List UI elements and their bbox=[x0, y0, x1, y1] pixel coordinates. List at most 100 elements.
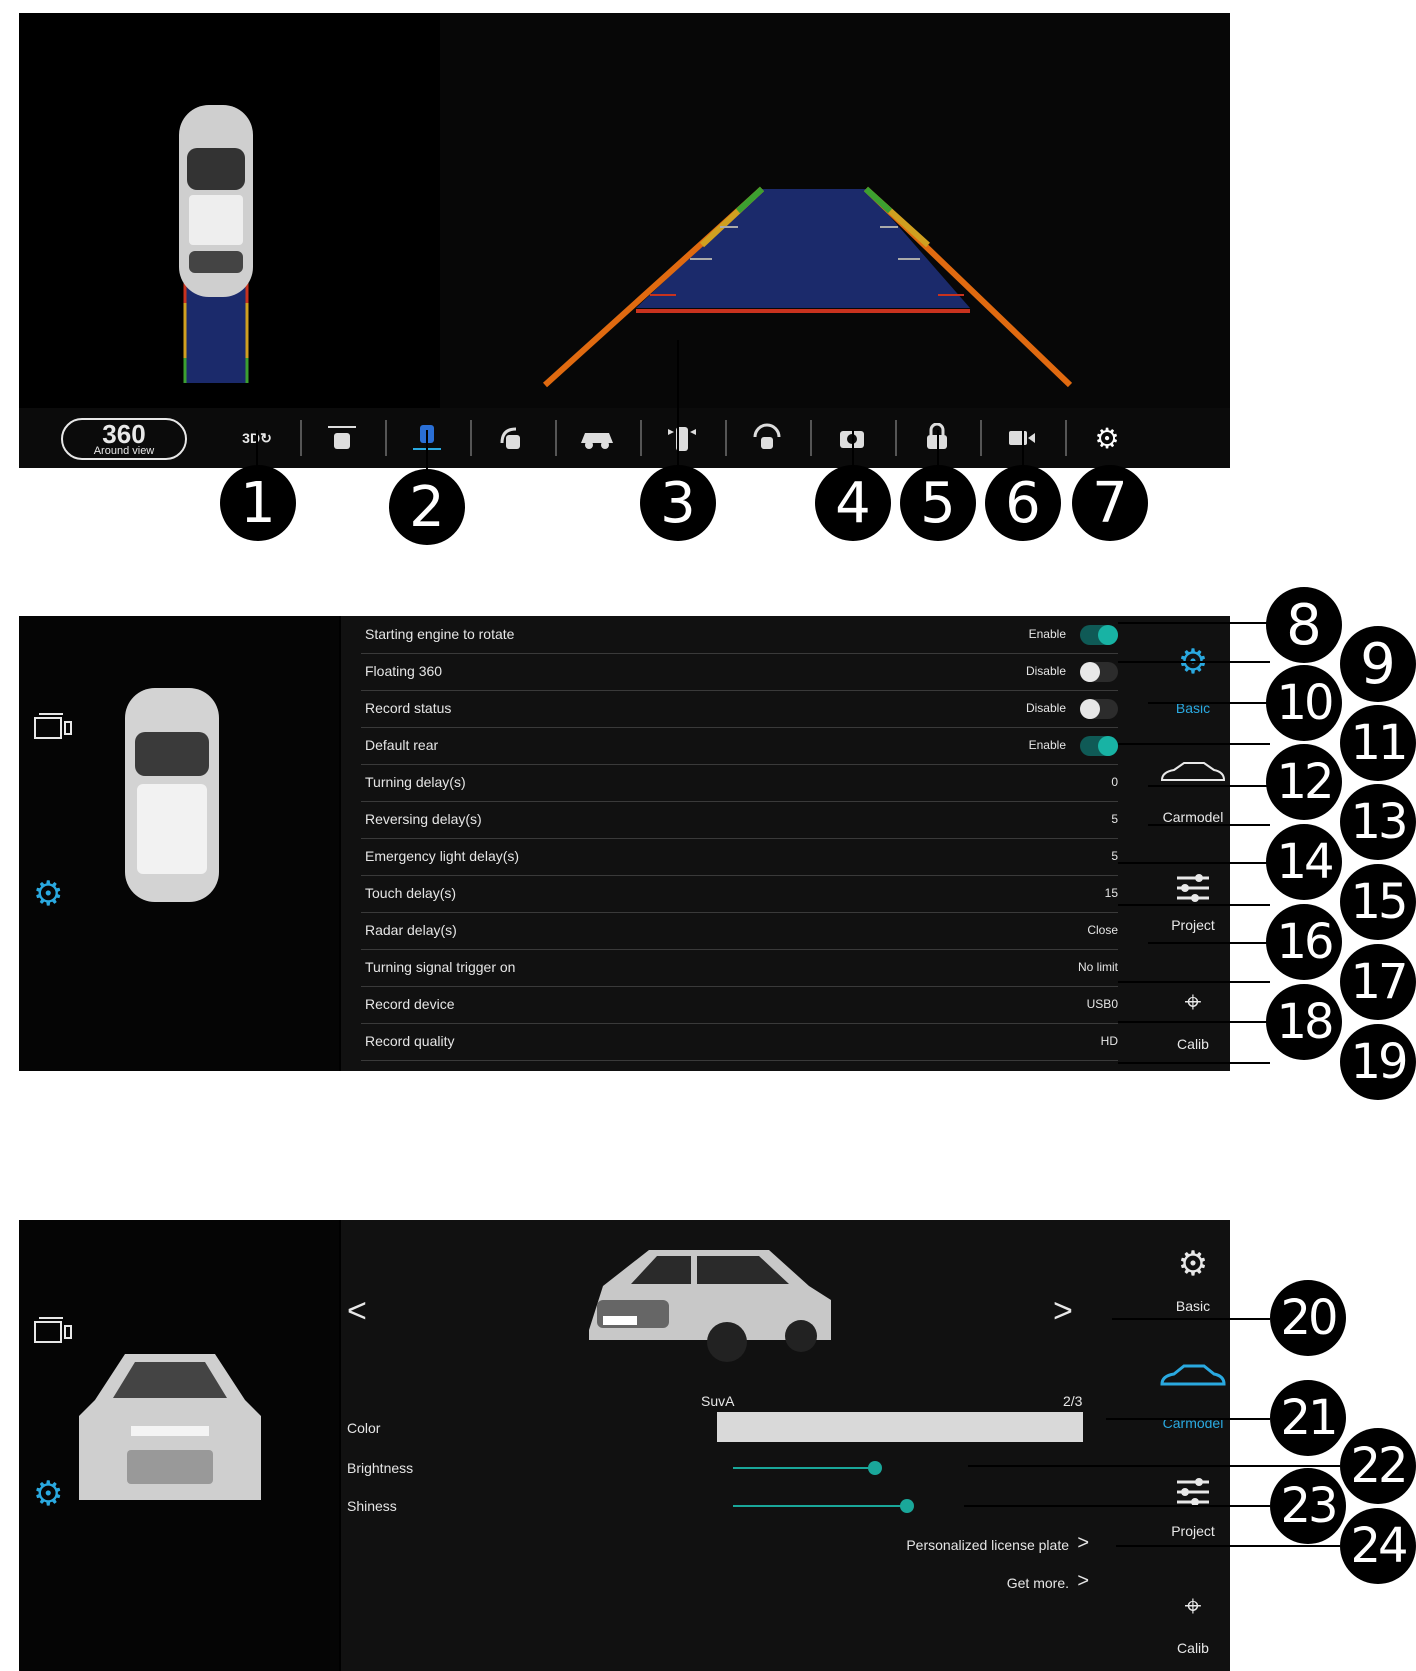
callout-12: 12 bbox=[1266, 744, 1342, 820]
setting-label: Emergency light delay(s) bbox=[365, 848, 520, 864]
callout-20: 20 bbox=[1270, 1280, 1346, 1356]
setting-row-record-quality[interactable]: Record quality HD bbox=[361, 1023, 1118, 1061]
around-view-button[interactable]: 360 Around view bbox=[61, 418, 187, 460]
side-menu-calib[interactable]: ⌖ Calib bbox=[1156, 1590, 1230, 1656]
side-menu-calib-label: Calib bbox=[1177, 1036, 1209, 1052]
side-menu-project[interactable]: Project bbox=[1156, 872, 1230, 933]
car-3d-preview bbox=[125, 688, 219, 902]
setting-label: Floating 360 bbox=[365, 663, 443, 679]
next-model-button[interactable]: > bbox=[1053, 1292, 1073, 1331]
setting-row-reversing-delay[interactable]: Reversing delay(s) 5 bbox=[361, 801, 1118, 839]
callout-19: 19 bbox=[1340, 1024, 1416, 1100]
setting-value: Enable bbox=[1028, 738, 1066, 752]
side-menu-project[interactable]: Project bbox=[1156, 1476, 1230, 1539]
side-menu-calib[interactable]: ⌖ Calib bbox=[1156, 986, 1230, 1052]
camera-switch-icon[interactable] bbox=[33, 712, 77, 742]
basic-settings-screen: ⚙ Starting engine to rotate Enable Float… bbox=[19, 616, 1230, 1071]
side-menu-project-label: Project bbox=[1171, 917, 1215, 933]
carmodel-settings-screen: ⚙ < > SuvA 2/3 Color Brightness Shiness … bbox=[19, 1220, 1230, 1671]
car-outline-icon bbox=[1160, 762, 1226, 781]
setting-row-record-device[interactable]: Record device USB0 bbox=[361, 986, 1118, 1024]
side-menu-basic[interactable]: ⚙ Basic bbox=[1156, 642, 1230, 716]
setting-label: Radar delay(s) bbox=[365, 922, 457, 938]
brightness-slider-fill bbox=[733, 1467, 875, 1469]
settings-side-menu: ⚙ Basic Carmodel Project ⌖ Calib bbox=[1156, 616, 1230, 1071]
setting-row-starting-engine-to-rotate[interactable]: Starting engine to rotate Enable bbox=[361, 616, 1118, 654]
side-menu-carmodel[interactable]: Carmodel bbox=[1156, 1360, 1230, 1431]
around-view-button-caption: Around view bbox=[93, 444, 155, 457]
setting-toggle[interactable] bbox=[1080, 699, 1118, 719]
setting-row-touch-delay[interactable]: Touch delay(s) 15 bbox=[361, 875, 1118, 913]
setting-label: Record device bbox=[365, 996, 455, 1012]
license-plate-label: Personalized license plate bbox=[906, 1537, 1069, 1553]
side-menu-carmodel[interactable]: Carmodel bbox=[1156, 758, 1230, 825]
setting-row-emergency-light-delay[interactable]: Emergency light delay(s) 5 bbox=[361, 838, 1118, 876]
setting-toggle[interactable] bbox=[1080, 736, 1118, 756]
setting-toggle[interactable] bbox=[1080, 625, 1118, 645]
get-more-label: Get more. bbox=[1006, 1575, 1069, 1591]
side-menu-basic[interactable]: ⚙ Basic bbox=[1156, 1244, 1230, 1314]
turn-view-button[interactable] bbox=[470, 408, 554, 468]
model-page-indicator: 2/3 bbox=[1063, 1393, 1083, 1409]
setting-row-default-rear[interactable]: Default rear Enable bbox=[361, 727, 1118, 765]
front-wide-view-button[interactable] bbox=[300, 408, 384, 468]
side-menu-carmodel-label: Carmodel bbox=[1162, 809, 1224, 825]
callout-4: 4 bbox=[815, 465, 891, 541]
setting-row-floating-360[interactable]: Floating 360 Disable bbox=[361, 653, 1118, 691]
chevron-right-icon: > bbox=[1077, 1532, 1089, 1554]
settings-button[interactable]: ⚙ bbox=[1065, 408, 1149, 468]
settings-preview-pane: ⚙ bbox=[19, 616, 339, 1071]
car-side-view-button[interactable] bbox=[555, 408, 639, 468]
setting-value: 5 bbox=[1111, 812, 1118, 826]
carmodel-preview-pane: ⚙ bbox=[19, 1220, 339, 1671]
setting-value: USB0 bbox=[1086, 997, 1118, 1011]
callout-24: 24 bbox=[1340, 1508, 1416, 1584]
callout-18: 18 bbox=[1266, 984, 1342, 1060]
license-plate-link[interactable]: Personalized license plate > bbox=[901, 1532, 1091, 1558]
brightness-label: Brightness bbox=[347, 1460, 414, 1476]
callout-23: 23 bbox=[1270, 1468, 1346, 1544]
view-toolbar: 360 Around view 3D↻ ⚙ bbox=[19, 408, 1230, 468]
side-menu-project-label: Project bbox=[1171, 1523, 1215, 1539]
mirror-view-button[interactable] bbox=[640, 408, 724, 468]
get-more-link[interactable]: Get more. > bbox=[941, 1570, 1091, 1596]
brightness-slider-thumb[interactable] bbox=[868, 1461, 882, 1475]
settings-gear-icon[interactable]: ⚙ bbox=[33, 874, 63, 914]
color-label: Color bbox=[347, 1420, 381, 1436]
sliders-icon bbox=[1177, 874, 1209, 902]
top-down-car-view bbox=[19, 13, 439, 408]
setting-label: Turning delay(s) bbox=[365, 774, 466, 790]
sliders-icon bbox=[1177, 1478, 1209, 1506]
callout-1: 1 bbox=[220, 465, 296, 541]
setting-row-record-status[interactable]: Record status Disable bbox=[361, 690, 1118, 728]
color-swatch[interactable] bbox=[717, 1412, 1083, 1442]
top-down-car-illustration bbox=[179, 105, 253, 383]
prev-model-button[interactable]: < bbox=[347, 1292, 367, 1331]
callout-5: 5 bbox=[900, 465, 976, 541]
car-side-view-icon bbox=[581, 433, 613, 449]
callout-7: 7 bbox=[1072, 465, 1148, 541]
setting-label: Default rear bbox=[365, 737, 439, 753]
side-menu-calib-label: Calib bbox=[1177, 1640, 1209, 1656]
rear-camera-view[interactable] bbox=[440, 13, 1230, 408]
model-name: SuvA bbox=[701, 1393, 735, 1409]
shininess-slider-fill bbox=[733, 1505, 907, 1507]
shininess-slider-thumb[interactable] bbox=[900, 1499, 914, 1513]
around-view-button-number: 360 bbox=[102, 418, 146, 449]
settings-gear-icon[interactable]: ⚙ bbox=[33, 1474, 63, 1514]
setting-row-turning-delay[interactable]: Turning delay(s) 0 bbox=[361, 764, 1118, 802]
crosshair-icon: ⌖ bbox=[1184, 1590, 1202, 1623]
parking-guidelines bbox=[542, 186, 1073, 388]
gear-icon: ⚙ bbox=[1177, 1245, 1209, 1283]
settings-list: Starting engine to rotate Enable Floatin… bbox=[341, 616, 1156, 1071]
radar-icon bbox=[753, 423, 781, 449]
setting-row-radar-delay[interactable]: Radar delay(s) Close bbox=[361, 912, 1118, 950]
setting-value: 0 bbox=[1111, 775, 1118, 789]
suv-3d-preview bbox=[79, 1354, 261, 1500]
callout-17: 17 bbox=[1340, 944, 1416, 1020]
callout-22: 22 bbox=[1340, 1428, 1416, 1504]
setting-toggle[interactable] bbox=[1080, 662, 1118, 682]
setting-value: Disable bbox=[1025, 664, 1066, 678]
radar-button[interactable] bbox=[725, 408, 809, 468]
setting-row-turning-signal-trigger[interactable]: Turning signal trigger on No limit bbox=[361, 949, 1118, 987]
